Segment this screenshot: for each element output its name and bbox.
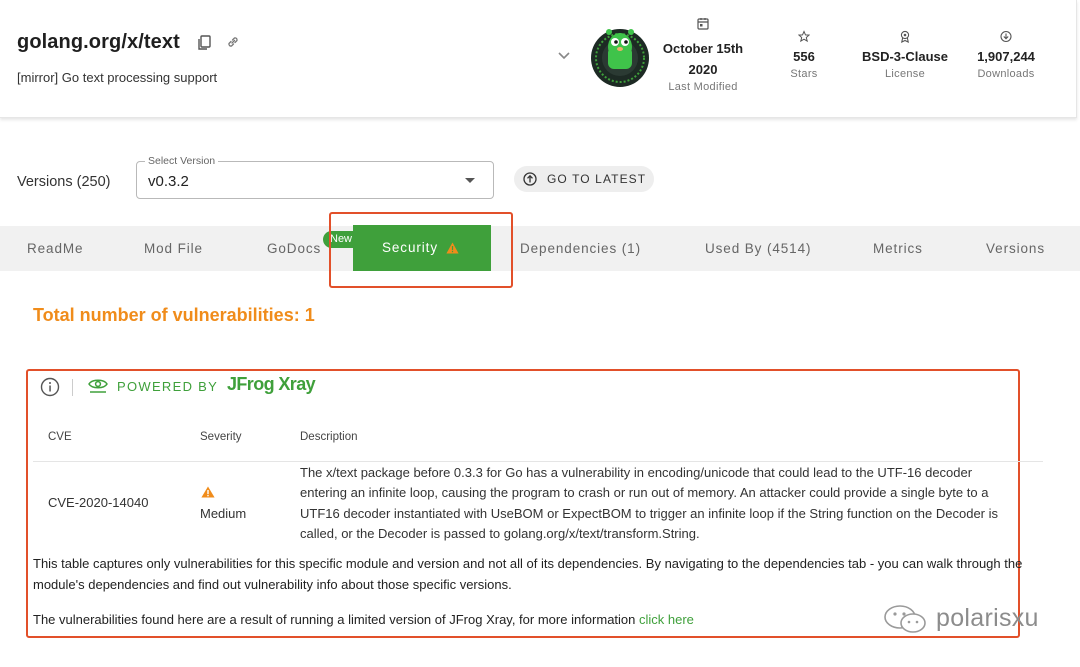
watermark-text: polarisxu	[936, 604, 1039, 632]
version-select-legend: Select Version	[145, 155, 219, 167]
table-divider	[33, 461, 1043, 462]
last-modified-label: Last Modified	[668, 81, 738, 93]
arrow-up-circle-icon	[523, 172, 537, 186]
module-subtitle: [mirror] Go text processing support	[17, 70, 218, 85]
dropdown-caret-icon	[465, 178, 475, 183]
tab-dependencies[interactable]: Dependencies (1)	[520, 241, 641, 256]
downloads-value: 1,907,244	[977, 49, 1035, 64]
warning-icon	[201, 486, 215, 498]
vulnerability-description: The x/text package before 0.3.3 for Go h…	[300, 465, 999, 541]
last-modified-year: 2020	[688, 62, 718, 77]
go-to-latest-button[interactable]: GO TO LATEST	[514, 166, 654, 192]
vulnerability-count: Total number of vulnerabilities: 1	[33, 305, 315, 325]
tab-versions[interactable]: Versions	[986, 241, 1045, 256]
click-here-link[interactable]: click here	[639, 612, 694, 627]
downloads-label: Downloads	[977, 68, 1035, 80]
jfrog-xray-logo[interactable]: JFrog Xray	[227, 374, 316, 395]
downloads: 1,907,244 Downloads	[968, 30, 1044, 82]
ribbon-icon	[900, 30, 910, 43]
license: BSD-3-Clause License	[858, 30, 952, 82]
chevron-down-icon[interactable]	[557, 51, 571, 61]
link-icon[interactable]	[226, 35, 240, 49]
tab-used-by[interactable]: Used By (4514)	[705, 241, 811, 256]
license-value: BSD-3-Clause	[862, 49, 948, 64]
wechat-icon	[884, 605, 926, 633]
column-header-description: Description	[300, 431, 358, 443]
new-badge: New	[323, 231, 361, 248]
go-to-latest-label: GO TO LATEST	[547, 172, 647, 186]
info-icon[interactable]	[40, 377, 60, 397]
star-icon	[798, 30, 810, 43]
stars: 556 Stars	[778, 30, 830, 82]
tab-metrics[interactable]: Metrics	[873, 241, 923, 256]
tab-security-label: Security	[382, 240, 438, 255]
tab-mod-file[interactable]: Mod File	[144, 241, 203, 256]
column-header-cve: CVE	[48, 431, 72, 443]
column-header-severity: Severity	[200, 431, 242, 443]
limited-version-text: The vulnerabilities found here are a res…	[33, 612, 639, 627]
divider	[72, 379, 73, 396]
gopher-badge-icon	[591, 29, 649, 87]
version-select-value: v0.3.2	[148, 173, 189, 190]
powered-by-label: POWERED BY	[117, 379, 219, 394]
versions-count-label: Versions (250)	[17, 174, 111, 190]
tab-godocs[interactable]: GoDocs	[267, 241, 321, 256]
license-label: License	[884, 68, 925, 80]
copy-icon[interactable]	[197, 35, 211, 51]
stars-label: Stars	[790, 68, 818, 80]
tab-security[interactable]: Security	[353, 225, 491, 271]
tabs-bar: ReadMe Mod File GoDocs Dependencies (1) …	[0, 226, 1080, 271]
version-select[interactable]: Select Version v0.3.2	[136, 155, 494, 199]
limited-version-note: The vulnerabilities found here are a res…	[33, 612, 694, 627]
warning-icon	[446, 242, 459, 254]
eye-icon	[88, 379, 108, 393]
watermark: polarisxu	[882, 602, 1042, 638]
last-modified-value: October 15th	[662, 41, 744, 56]
module-header: golang.org/x/text [mirror] Go text proce…	[0, 0, 1077, 118]
tab-readme[interactable]: ReadMe	[27, 241, 83, 256]
scope-note: This table captures only vulnerabilities…	[33, 556, 1023, 592]
module-title: golang.org/x/text	[17, 31, 180, 53]
severity-label: Medium	[200, 506, 247, 521]
last-modified: October 15th 2020 Last Modified	[657, 17, 749, 95]
download-icon	[1000, 30, 1012, 43]
stars-value: 556	[793, 49, 815, 64]
calendar-icon	[697, 18, 709, 30]
cve-id: CVE-2020-14040	[48, 495, 149, 510]
